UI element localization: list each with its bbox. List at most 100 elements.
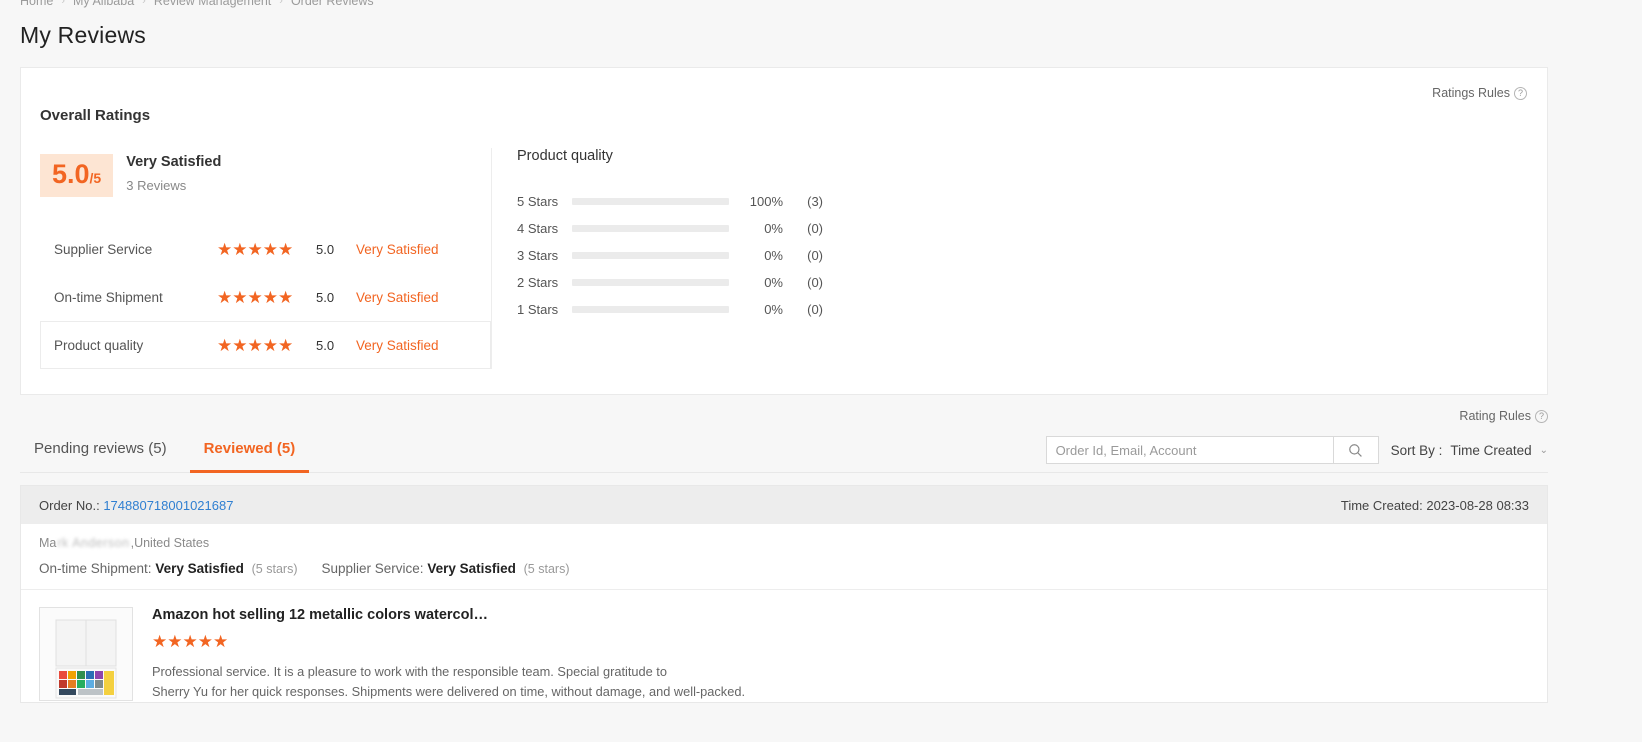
- criteria-label: Very Satisfied: [356, 289, 439, 305]
- page-title: My Reviews: [20, 22, 146, 48]
- criteria-score: 5.0: [316, 337, 335, 353]
- page-root: Home › My Alibaba › Review Management › …: [0, 0, 1568, 703]
- histogram-percent: 100%: [749, 194, 783, 209]
- histogram-count: (0): [807, 275, 823, 290]
- order-no-link[interactable]: 174880718001021687: [103, 498, 233, 513]
- overall-score-denominator: /5: [89, 170, 102, 186]
- product-thumbnail[interactable]: [39, 607, 133, 701]
- rating-rules-label: Rating Rules: [1459, 409, 1531, 423]
- score-row: 5.0 /5 Very Satisfied 3 Reviews: [40, 154, 491, 197]
- histogram-count: (0): [807, 302, 823, 317]
- criteria-score: 5.0: [316, 241, 335, 257]
- review-content: Amazon hot selling 12 metallic colors wa…: [152, 607, 745, 702]
- criteria-label: Very Satisfied: [356, 337, 439, 353]
- overall-review-count: 3 Reviews: [126, 178, 187, 193]
- histogram-row: 3 Stars 0% (0): [517, 242, 1547, 269]
- buyer-name-prefix: Ma: [39, 536, 57, 550]
- search-input[interactable]: [1045, 436, 1333, 464]
- histogram-row: 4 Stars 0% (0): [517, 215, 1547, 242]
- tab-reviewed[interactable]: Reviewed (5): [189, 440, 310, 473]
- buyer-name-masked: rk Anderson: [57, 536, 130, 550]
- histogram-percent: 0%: [764, 275, 783, 290]
- meta-supplier-service: Supplier Service: Very Satisfied (5 star…: [321, 561, 569, 576]
- meta-label: Supplier Service:: [321, 561, 424, 576]
- overall-score-value: 5.0: [52, 159, 90, 189]
- review-header: Order No.: 174880718001021687 Time Creat…: [21, 486, 1547, 524]
- search-area: Sort By : Time Created ⌄: [1045, 436, 1548, 464]
- help-icon[interactable]: ?: [1514, 86, 1527, 100]
- histogram-row: 2 Stars 0% (0): [517, 269, 1547, 296]
- histogram-track: [572, 306, 729, 313]
- criteria-row-on-time-shipment[interactable]: On-time Shipment ★★★★★ 5.0 Very Satisfie…: [40, 273, 491, 321]
- overall-ratings-heading: Overall Ratings: [40, 107, 151, 124]
- criteria-score: 5.0: [316, 289, 335, 305]
- search-icon: [1349, 443, 1362, 457]
- buyer-country: ,United States: [130, 536, 210, 550]
- meta-stars-text: (5 stars): [251, 562, 298, 576]
- histogram-track: [572, 252, 729, 259]
- overall-score-label: Very Satisfied: [126, 154, 222, 170]
- review-item: Order No.: 174880718001021687 Time Creat…: [20, 485, 1548, 703]
- review-scores-line: On-time Shipment: Very Satisfied (5 star…: [39, 561, 1529, 576]
- review-meta: Ma rk Anderson ,United States On-time Ship…: [21, 524, 1547, 590]
- tab-pending-reviews[interactable]: Pending reviews (5): [20, 440, 190, 473]
- histogram-track: [572, 279, 729, 286]
- buyer-name: Ma rk Anderson ,United States: [39, 534, 1529, 552]
- criteria-row-product-quality[interactable]: Product quality ★★★★★ 5.0 Very Satisfied: [40, 321, 491, 369]
- breadcrumb-separator-icon: ›: [142, 0, 146, 7]
- criteria-name: Product quality: [54, 337, 144, 353]
- overall-score-badge: 5.0 /5: [40, 154, 114, 197]
- breadcrumb-item-home[interactable]: Home: [20, 0, 53, 8]
- criteria-name: On-time Shipment: [54, 289, 163, 305]
- review-text-line-2: Sherry Yu for her quick responses. Shipm…: [152, 683, 745, 699]
- time-created: Time Created: 2023-08-28 08:33: [1340, 497, 1529, 513]
- meta-label: On-time Shipment:: [39, 561, 152, 576]
- rating-rules-link[interactable]: Rating Rules ?: [1459, 409, 1548, 423]
- order-no-block: Order No.: 174880718001021687: [39, 498, 233, 513]
- review-text-line-1: Professional service. It is a pleasure t…: [152, 664, 667, 679]
- criteria-list: Supplier Service ★★★★★ 5.0 Very Satisfie…: [40, 225, 491, 369]
- rating-distribution-chart: Product quality 5 Stars 100% (3) 4 Stars…: [491, 148, 1547, 369]
- reviews-toolbar: Rating Rules ? Pending reviews (5) Revie…: [20, 395, 1548, 473]
- review-body: Amazon hot selling 12 metallic colors wa…: [21, 590, 1547, 702]
- meta-value: Very Satisfied: [155, 561, 244, 576]
- product-title[interactable]: Amazon hot selling 12 metallic colors wa…: [152, 607, 745, 623]
- histogram-category: 5 Stars: [517, 194, 559, 209]
- histogram-row: 1 Stars 0% (0): [517, 296, 1547, 323]
- sort-by-label: Sort By :: [1390, 442, 1443, 458]
- criteria-row-supplier-service[interactable]: Supplier Service ★★★★★ 5.0 Very Satisfie…: [40, 225, 491, 273]
- histogram-track: [572, 198, 729, 205]
- histogram-count: (3): [807, 194, 823, 209]
- sort-by-value: Time Created: [1450, 442, 1532, 458]
- overall-ratings-body: 5.0 /5 Very Satisfied 3 Reviews Supplier…: [21, 124, 1547, 369]
- breadcrumb-item-review-management[interactable]: Review Management: [154, 0, 271, 8]
- histogram-count: (0): [807, 248, 823, 263]
- histogram-count: (0): [807, 221, 823, 236]
- ratings-summary-column: 5.0 /5 Very Satisfied 3 Reviews Supplier…: [21, 154, 491, 369]
- overall-ratings-card: Ratings Rules ? Overall Ratings 5.0 /5 V…: [20, 67, 1548, 395]
- histogram-category: 4 Stars: [517, 221, 559, 236]
- ratings-rules-label: Ratings Rules: [1432, 86, 1510, 100]
- histogram-percent: 0%: [764, 248, 783, 263]
- review-rating-stars-icon: ★★★★★: [152, 632, 229, 651]
- breadcrumb-separator-icon: ›: [279, 0, 283, 7]
- criteria-label: Very Satisfied: [356, 241, 439, 257]
- criteria-stars-icon: ★★★★★: [217, 239, 294, 259]
- watercolor-palette-image: [55, 619, 117, 699]
- breadcrumb-item-my-alibaba[interactable]: My Alibaba: [73, 0, 134, 8]
- chevron-down-icon: ⌄: [1539, 444, 1548, 456]
- meta-on-time-shipment: On-time Shipment: Very Satisfied (5 star…: [39, 561, 297, 576]
- review-text: Professional service. It is a pleasure t…: [152, 662, 745, 702]
- histogram-category: 3 Stars: [517, 248, 559, 263]
- breadcrumb-item-order-reviews[interactable]: Order Reviews: [291, 0, 374, 8]
- ratings-rules-link[interactable]: Ratings Rules ?: [1432, 86, 1527, 100]
- histogram-percent: 0%: [764, 221, 783, 236]
- meta-stars-text: (5 stars): [523, 562, 570, 576]
- criteria-name: Supplier Service: [54, 241, 153, 257]
- histogram-percent: 0%: [764, 302, 783, 317]
- chart-title: Product quality: [517, 148, 613, 164]
- sort-by-dropdown[interactable]: Sort By : Time Created ⌄: [1391, 443, 1548, 458]
- breadcrumb-separator-icon: ›: [61, 0, 66, 7]
- search-button[interactable]: [1332, 436, 1379, 464]
- help-icon[interactable]: ?: [1535, 409, 1548, 423]
